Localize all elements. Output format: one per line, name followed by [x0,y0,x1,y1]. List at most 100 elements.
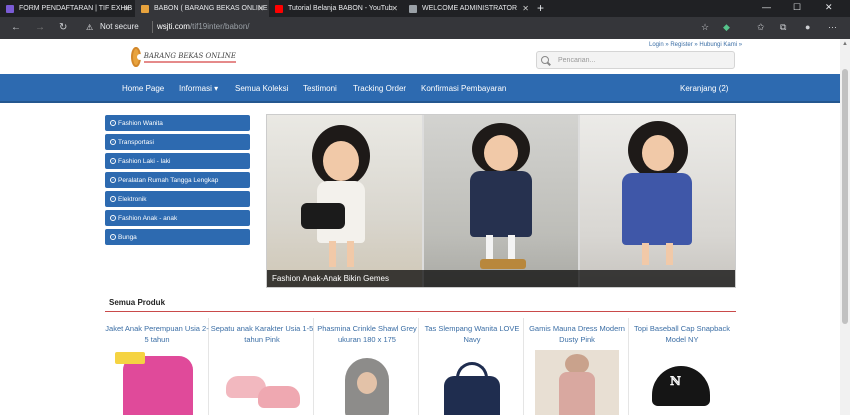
youtube-favicon-icon [275,4,283,13]
product-card[interactable]: Phasmina Crinkle Shawl Grey ukuran 180 x… [315,318,419,415]
hero-carousel[interactable]: Fashion Anak-Anak Bikin Gemes [266,114,736,288]
photo-face [642,135,674,171]
category-fashion-wanita[interactable]: › Fashion Wanita [105,115,250,131]
photo-boots [480,259,526,269]
nav-konfirmasi-pembayaran[interactable]: Konfirmasi Pembayaran [421,84,506,93]
page-scrollbar[interactable]: ▲ [840,39,850,415]
product-name[interactable]: Phasmina Crinkle Shawl Grey ukuran 180 x… [315,323,419,345]
tab-title: BABON ( BARANG BEKAS ONLINE [154,5,268,12]
product-image[interactable] [430,350,514,415]
product-image[interactable]: ℕ [640,350,724,415]
product-card[interactable]: Gamis Mauna Dress Modern Dusty Pink [525,318,629,415]
scrollbar-thumb[interactable] [842,69,848,324]
category-transportasi[interactable]: › Transportasi [105,134,250,150]
browser-address-bar: ← → ↻ ⚠ Not secure wsjti.com/tif19inter/… [0,17,850,39]
nav-cart[interactable]: Keranjang (2) [680,84,728,93]
product-image[interactable] [115,350,199,415]
close-tab-icon[interactable]: ✕ [257,4,264,13]
tab-title: FORM PENDAFTARAN | TIF EXHIB [19,5,133,12]
profile-icon[interactable]: ● [805,22,810,32]
photo-dress [470,171,532,237]
tab-babon[interactable]: BABON ( BARANG BEKAS ONLINE ✕ [135,0,269,17]
bookmark-icon[interactable]: ☆ [701,22,709,33]
photo-face [484,135,518,171]
product-name[interactable]: Jaket Anak Perempuan Usia 2-5 tahun [105,323,209,345]
favorites-icon[interactable]: ✩ [757,22,765,33]
nav-tracking-order[interactable]: Tracking Order [353,84,406,93]
new-tab-button[interactable]: + [537,1,544,15]
circle-arrow-icon: › [110,120,116,126]
product-card[interactable]: Jaket Anak Perempuan Usia 2-5 tahun [105,318,209,415]
product-card[interactable]: Topi Baseball Cap Snapback Model NY ℕ [630,318,734,415]
back-icon[interactable]: ← [11,22,21,33]
product-name[interactable]: Topi Baseball Cap Snapback Model NY [630,323,734,345]
menu-icon[interactable]: ⋯ [828,22,837,33]
url-path: /tif19inter/babon/ [189,22,250,31]
photo-leg [642,243,649,265]
page-favicon-icon [409,4,417,13]
maximize-icon[interactable]: ☐ [793,2,801,13]
category-peralatan-rumah-tangga[interactable]: › Peralatan Rumah Tangga Lengkap [105,172,250,188]
product-name[interactable]: Sepatu anak Karakter Usia 1-5 tahun Pink [210,323,314,345]
product-image[interactable] [535,350,619,415]
product-image[interactable] [325,350,409,415]
photo-leg [347,241,354,267]
category-fashion-laki-laki[interactable]: › Fashion Laki - laki [105,153,250,169]
circle-arrow-icon: › [110,234,116,240]
ny-logo-icon: ℕ [670,374,681,388]
search-input[interactable] [558,56,728,64]
account-links[interactable]: Login » Register » Hubungi Kami » [649,42,742,48]
circle-arrow-icon: › [110,158,116,164]
circle-arrow-icon: › [110,215,116,221]
cap-shape [652,366,710,406]
tab-form-pendaftaran[interactable]: FORM PENDAFTARAN | TIF EXHIB ✕ [0,0,135,17]
category-bunga[interactable]: › Bunga [105,229,250,245]
site-logo[interactable]: BARANG BEKAS ONLINE [131,45,236,69]
url-host: wsjti.com [157,22,190,31]
security-label[interactable]: Not secure [100,22,139,31]
product-name[interactable]: Tas Slempang Wanita LOVE Navy [420,323,524,345]
nav-testimoni[interactable]: Testimoni [303,84,337,93]
forward-icon[interactable]: → [35,22,45,33]
product-card[interactable]: Tas Slempang Wanita LOVE Navy [420,318,524,415]
photo-dress [622,173,692,245]
nav-informasi[interactable]: Informasi ▾ [179,84,218,93]
category-label: Fashion Wanita [118,119,163,127]
category-elektronik[interactable]: › Elektronik [105,191,250,207]
photo-bag [301,203,345,229]
section-divider [105,311,736,312]
tab-title: Tutorial Belanja BABON - YouTub [288,5,393,12]
product-name[interactable]: Gamis Mauna Dress Modern Dusty Pink [525,323,629,345]
product-card[interactable]: Sepatu anak Karakter Usia 1-5 tahun Pink [210,318,314,415]
nav-semua-koleksi[interactable]: Semua Koleksi [235,84,288,93]
product-image[interactable] [220,350,304,415]
collections-icon[interactable]: ⧉ [780,22,786,33]
circle-arrow-icon: › [110,196,116,202]
category-label: Peralatan Rumah Tangga Lengkap [118,176,219,184]
close-tab-icon[interactable]: ✕ [123,4,130,13]
shoe-shape [258,386,300,408]
logo-text: BARANG BEKAS ONLINE [143,52,236,63]
tab-admin[interactable]: WELCOME ADMINISTRATOR ✕ [403,0,534,17]
search-box [536,51,735,69]
close-tab-icon[interactable]: ✕ [391,4,398,13]
search-icon[interactable] [541,55,550,65]
nav-home[interactable]: Home Page [122,84,164,93]
scroll-up-icon[interactable]: ▲ [842,41,848,47]
carousel-photo-girl-floral-dress [580,115,735,287]
warning-icon[interactable]: ⚠ [86,23,93,32]
url-divider [152,21,153,33]
category-fashion-anak-anak[interactable]: › Fashion Anak - anak [105,210,250,226]
jacket-shape [123,356,193,415]
close-window-icon[interactable]: ✕ [825,2,833,13]
face-shape [357,372,377,394]
photo-leg [666,243,673,265]
babon-favicon-icon [141,4,149,13]
products-section-title: Semua Produk [109,298,166,307]
close-tab-icon[interactable]: ✕ [522,4,529,13]
tab-youtube[interactable]: Tutorial Belanja BABON - YouTub ✕ [269,0,403,17]
url-field[interactable]: wsjti.com/tif19inter/babon/ [157,22,250,31]
minimize-icon[interactable]: — [762,2,771,12]
reload-icon[interactable]: ↻ [59,22,67,33]
extension-icon[interactable]: ◆ [723,22,730,33]
